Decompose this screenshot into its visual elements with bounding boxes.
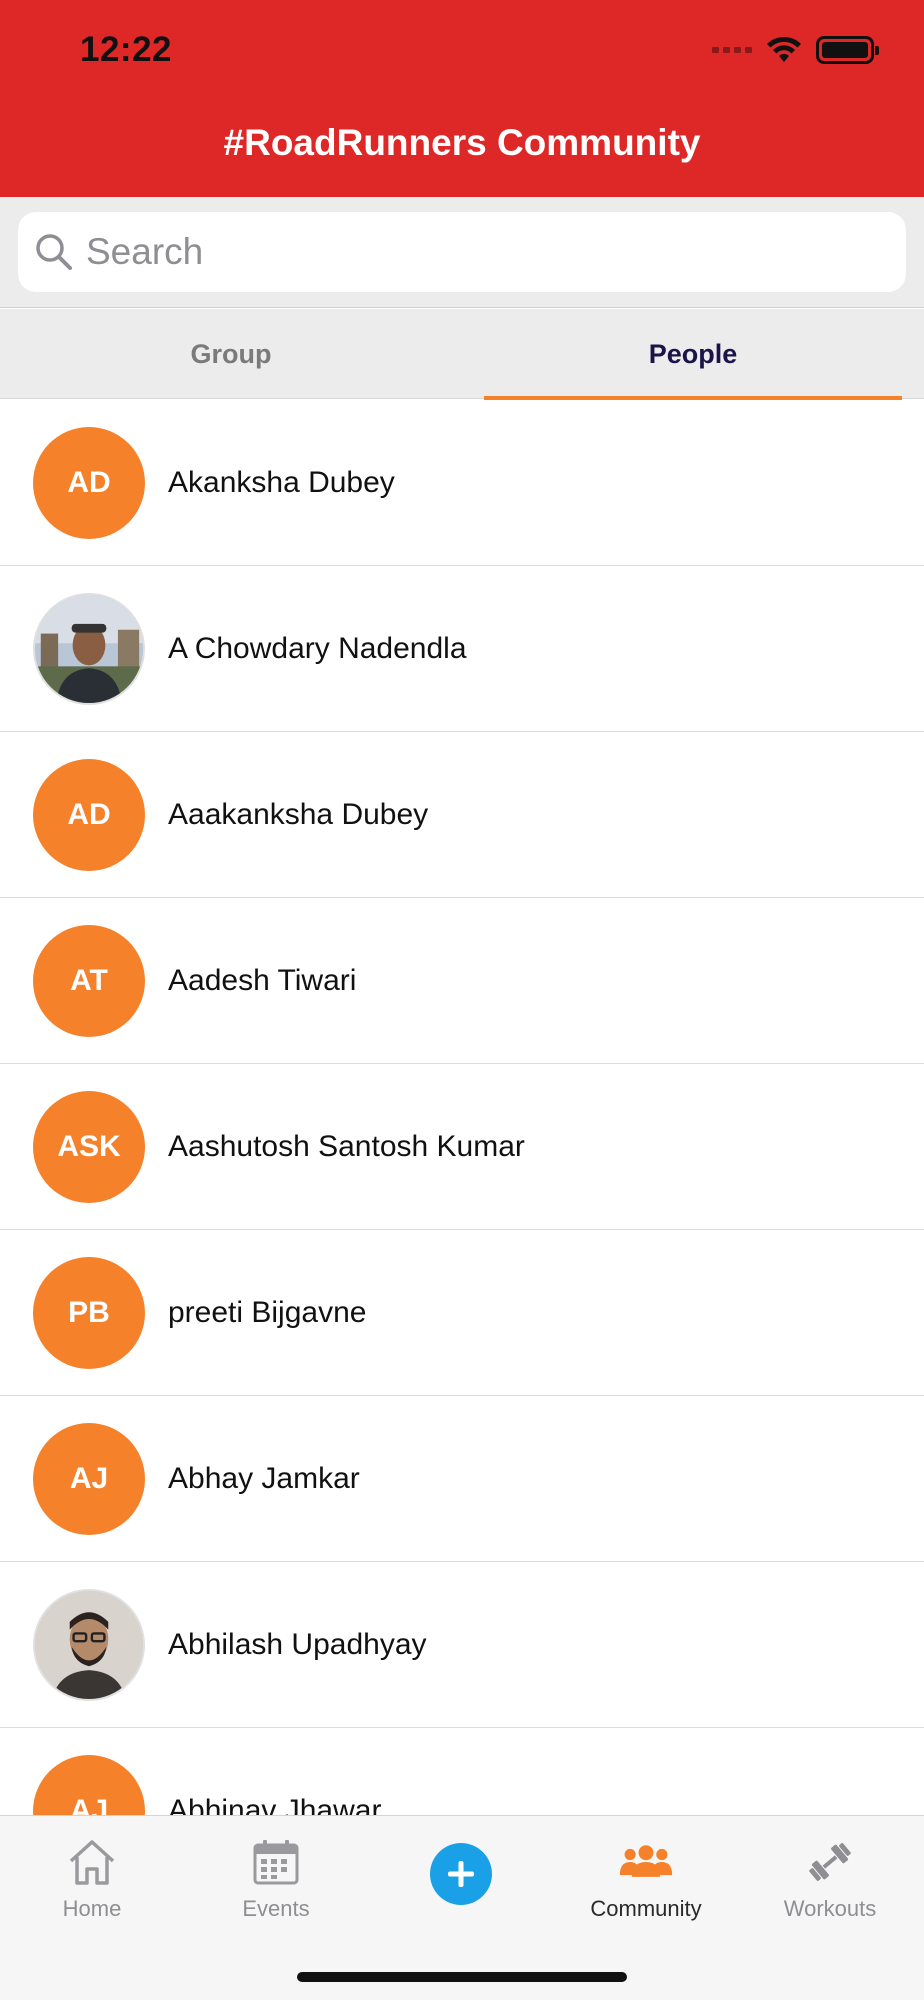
tabbar-home[interactable]: Home — [0, 1816, 184, 1936]
battery-icon — [816, 36, 879, 64]
avatar: AJ — [33, 1422, 145, 1535]
search-input[interactable] — [86, 231, 866, 273]
tabbar-events-label: Events — [242, 1896, 310, 1921]
person-name: Aashutosh Santosh Kumar — [168, 1129, 525, 1163]
plus-icon — [448, 1861, 474, 1887]
list-item[interactable]: AD Akanksha Dubey — [0, 400, 924, 566]
tabbar-events[interactable]: Events — [184, 1816, 368, 1936]
person-name: Abhilash Upadhyay — [168, 1627, 427, 1661]
person-name: Akanksha Dubey — [168, 465, 395, 499]
cellular-signal-icon — [712, 47, 752, 53]
people-list[interactable]: AD Akanksha Dubey A Chowdary Nadendla AD… — [0, 400, 924, 1815]
segment-tabs: Group People — [0, 309, 924, 400]
status-time: 12:22 — [80, 30, 173, 69]
list-item[interactable]: ASK Aashutosh Santosh Kumar — [0, 1064, 924, 1230]
avatar: PB — [33, 1256, 145, 1369]
avatar: AJ — [33, 1754, 145, 1815]
search-icon — [36, 234, 72, 270]
app-header: 12:22 #RoadRunners Community — [0, 0, 924, 197]
person-name: preeti Bijgavne — [168, 1295, 367, 1329]
list-item[interactable]: AJ Abhinav Jhawar — [0, 1728, 924, 1815]
list-item[interactable]: PB preeti Bijgavne — [0, 1230, 924, 1396]
list-item[interactable]: Abhilash Upadhyay — [0, 1562, 924, 1728]
avatar: AD — [33, 426, 145, 539]
home-indicator — [297, 1972, 627, 1982]
tab-people-label: People — [648, 338, 738, 369]
home-icon — [69, 1840, 115, 1885]
community-icon — [619, 1845, 673, 1877]
avatar-photo — [33, 592, 145, 705]
tabbar-workouts[interactable]: Workouts — [738, 1816, 922, 1936]
wifi-icon — [767, 36, 801, 62]
avatar: AT — [33, 924, 145, 1037]
add-button[interactable] — [430, 1843, 492, 1905]
list-item[interactable]: AT Aadesh Tiwari — [0, 898, 924, 1064]
tab-group[interactable]: Group — [0, 309, 462, 399]
page-title: #RoadRunners Community — [223, 122, 701, 163]
person-name: Abhay Jamkar — [168, 1461, 360, 1495]
calendar-icon — [253, 1840, 299, 1885]
tabbar-community[interactable]: Community — [554, 1816, 738, 1936]
person-name: Aaakanksha Dubey — [168, 797, 429, 831]
tabbar-workouts-label: Workouts — [783, 1896, 877, 1921]
tabbar-home-label: Home — [62, 1896, 122, 1921]
tabbar-community-label: Community — [590, 1896, 702, 1921]
list-item[interactable]: AD Aaakanksha Dubey — [0, 732, 924, 898]
dumbbell-icon — [809, 1843, 851, 1881]
tab-group-label: Group — [190, 338, 272, 369]
person-name: Abhinav Jhawar — [168, 1793, 382, 1816]
tab-people[interactable]: People — [462, 309, 924, 400]
avatar: ASK — [33, 1090, 145, 1203]
avatar: AD — [33, 758, 145, 871]
person-photo-icon — [35, 594, 143, 703]
search-bar-container — [0, 197, 924, 308]
person-photo-icon — [35, 1590, 143, 1699]
avatar-photo — [33, 1588, 145, 1701]
status-icons — [712, 30, 879, 70]
person-name: A Chowdary Nadendla — [168, 631, 467, 665]
person-name: Aadesh Tiwari — [168, 963, 357, 997]
list-item[interactable]: A Chowdary Nadendla — [0, 566, 924, 732]
search-box[interactable] — [18, 212, 906, 292]
list-item[interactable]: AJ Abhay Jamkar — [0, 1396, 924, 1562]
